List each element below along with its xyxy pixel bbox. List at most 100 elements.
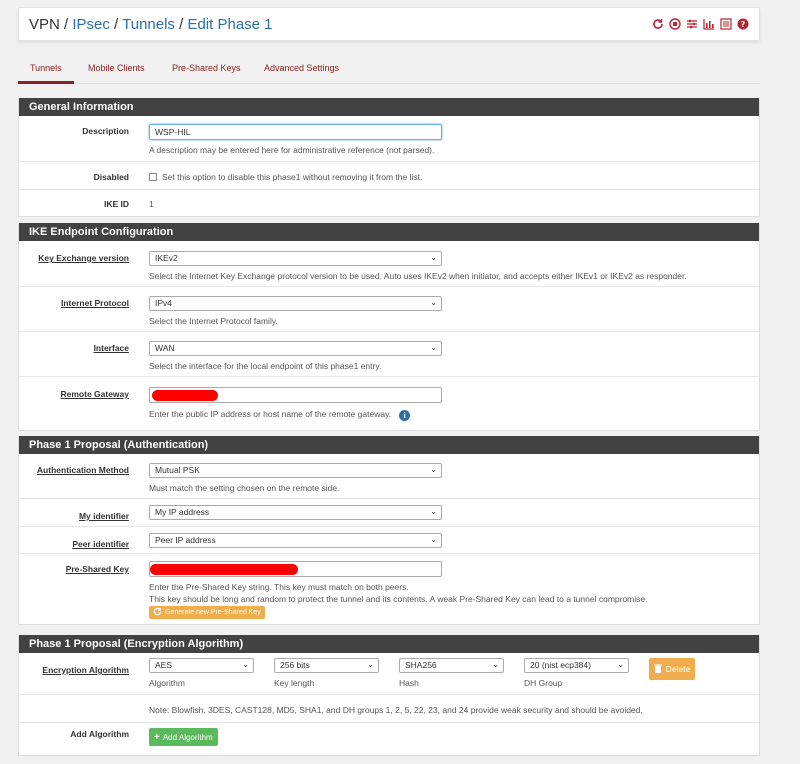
chevron-down-icon: ⌄ [430,253,437,262]
add-algorithm-button[interactable]: + Add Algorithm [149,728,218,746]
help-icon[interactable]: ? [737,18,749,30]
pre-shared-key-help-2: This key should be long and random to pr… [149,594,648,604]
pre-shared-key-label: Pre-Shared Key [65,564,129,574]
chevron-down-icon: ⌄ [492,660,499,669]
interface-value: WAN [155,343,175,353]
interface-label: Interface [93,343,129,353]
internet-protocol-select[interactable]: IPv4 ⌄ [149,296,442,311]
internet-protocol-help: Select the Internet Protocol family. [149,316,278,326]
chevron-down-icon: ⌄ [430,343,437,352]
chevron-down-icon: ⌄ [617,660,624,669]
panel-title: General Information [19,98,759,116]
delete-button[interactable]: Delete [649,658,695,680]
breadcrumb-root[interactable]: VPN [29,16,60,33]
chevron-down-icon: ⌄ [430,507,437,516]
chevron-down-icon: ⌄ [430,298,437,307]
encryption-algorithm-label: Encryption Algorithm [42,665,129,675]
row-description: Description WSP-HIL A description may be… [19,116,759,162]
description-help: A description may be entered here for ad… [149,145,435,155]
chevron-down-icon: ⌄ [367,660,374,669]
panel-general-information: General Information Description WSP-HIL … [18,98,760,217]
refresh-icon [153,607,162,618]
hash-value: SHA256 [405,660,437,670]
remote-gateway-input[interactable] [149,387,442,403]
auth-method-value: Mutual PSK [155,465,200,475]
info-icon[interactable]: i [399,410,411,421]
reload-icon[interactable] [652,18,664,30]
breadcrumb-ipsec[interactable]: IPsec [72,16,110,33]
description-input[interactable]: WSP-HIL [149,124,442,140]
peer-identifier-select[interactable]: Peer IP address ⌄ [149,533,442,548]
description-label: Description [82,126,129,136]
pre-shared-key-input[interactable] [149,561,442,577]
my-identifier-value: My IP address [155,507,210,517]
pre-shared-key-help-1: Enter the Pre-Shared Key string. This ke… [149,582,409,592]
breadcrumb-separator: / [64,16,69,33]
tab-bar: Tunnels Mobile Clients Pre-Shared Keys A… [18,58,760,84]
panel-title: IKE Endpoint Configuration [19,223,759,241]
toolbar-icons: ? [652,18,749,30]
row-interface: Interface WAN ⌄ Select the interface for … [19,332,759,377]
row-pre-shared-key: Pre-Shared Key Enter the Pre-Shared Key … [19,554,759,624]
my-identifier-label: My identifier [78,511,129,521]
row-ike-id: IKE ID 1 [19,190,759,216]
settings-icon[interactable] [686,18,698,30]
row-encryption-algorithm: Encryption Algorithm AES ⌄ Algorithm 256 … [19,653,759,695]
row-my-identifier: My identifier My IP address ⌄ [19,499,759,527]
stop-icon[interactable] [669,18,681,30]
key-exchange-select[interactable]: IKEv2 ⌄ [149,251,442,266]
row-peer-identifier: Peer identifier Peer IP address ⌄ [19,527,759,554]
peer-identifier-value: Peer IP address [155,535,216,545]
redaction-mark [152,390,218,401]
weak-security-note: Note: Blowfish, 3DES, CAST128, MD5, SHA1… [149,705,643,715]
key-length-caption: Key length [274,678,315,688]
chevron-down-icon: ⌄ [430,465,437,474]
remote-gateway-label: Remote Gateway [60,389,130,399]
chart-icon[interactable] [703,18,715,30]
tab-mobile-clients[interactable]: Mobile Clients [88,63,145,73]
dh-group-value: 20 (nist ecp384) [530,660,591,670]
panel-encryption: Phase 1 Proposal (Encryption Algorithm) … [18,635,760,756]
ike-id-value: 1 [149,199,154,209]
algorithm-caption: Algorithm [149,678,185,688]
breadcrumb-tunnels[interactable]: Tunnels [122,16,175,33]
delete-label: Delete [665,664,691,674]
hash-select[interactable]: SHA256 ⌄ [399,658,504,673]
algorithm-value: AES [155,660,173,670]
internet-protocol-label: Internet Protocol [60,298,129,308]
my-identifier-select[interactable]: My IP address ⌄ [149,505,442,520]
disabled-help: Set this option to disable this phase1 w… [162,172,423,182]
row-auth-method: Authentication Method Mutual PSK ⌄ Must m… [19,454,759,499]
add-algorithm-button-label: Add Algorithm [162,732,213,742]
trash-icon [653,663,662,675]
interface-help: Select the interface for the local endpo… [149,361,382,371]
key-exchange-help: Select the Internet Key Exchange protoco… [149,271,687,281]
disabled-checkbox[interactable] [149,173,157,181]
tab-tunnels[interactable]: Tunnels [18,63,74,84]
row-remote-gateway: Remote Gateway Enter the public IP addre… [19,377,759,430]
algorithm-select[interactable]: AES ⌄ [149,658,254,673]
auth-method-select[interactable]: Mutual PSK ⌄ [149,463,442,478]
breadcrumb-current: Edit Phase 1 [187,16,273,33]
chevron-down-icon: ⌄ [430,535,437,544]
key-length-select[interactable]: 256 bits ⌄ [274,658,379,673]
key-exchange-value: IKEv2 [155,253,178,263]
row-key-exchange: Key Exchange version IKEv2 ⌄ Select the I… [19,241,759,287]
ike-id-label: IKE ID [103,199,129,209]
list-icon[interactable] [720,18,732,30]
breadcrumb-separator: / [114,16,119,33]
plus-icon: + [154,731,160,743]
row-disabled: Disabled Set this option to disable this… [19,162,759,190]
breadcrumb-bar: VPN / IPsec / Tunnels / Edit Phase 1 ? [18,7,760,41]
tab-pre-shared-keys[interactable]: Pre-Shared Keys [172,63,241,73]
auth-method-label: Authentication Method [36,465,129,475]
breadcrumb: VPN / IPsec / Tunnels / Edit Phase 1 [29,16,273,33]
tab-advanced-settings[interactable]: Advanced Settings [264,63,339,73]
interface-select[interactable]: WAN ⌄ [149,341,442,356]
auth-method-help: Must match the setting chosen on the rem… [149,483,340,493]
panel-title: Phase 1 Proposal (Encryption Algorithm) [19,635,759,653]
dh-group-select[interactable]: 20 (nist ecp384) ⌄ [524,658,629,673]
generate-psk-button[interactable]: Generate new Pre-Shared Key [149,606,265,619]
internet-protocol-value: IPv4 [155,298,173,308]
dh-group-caption: DH Group [524,678,563,688]
